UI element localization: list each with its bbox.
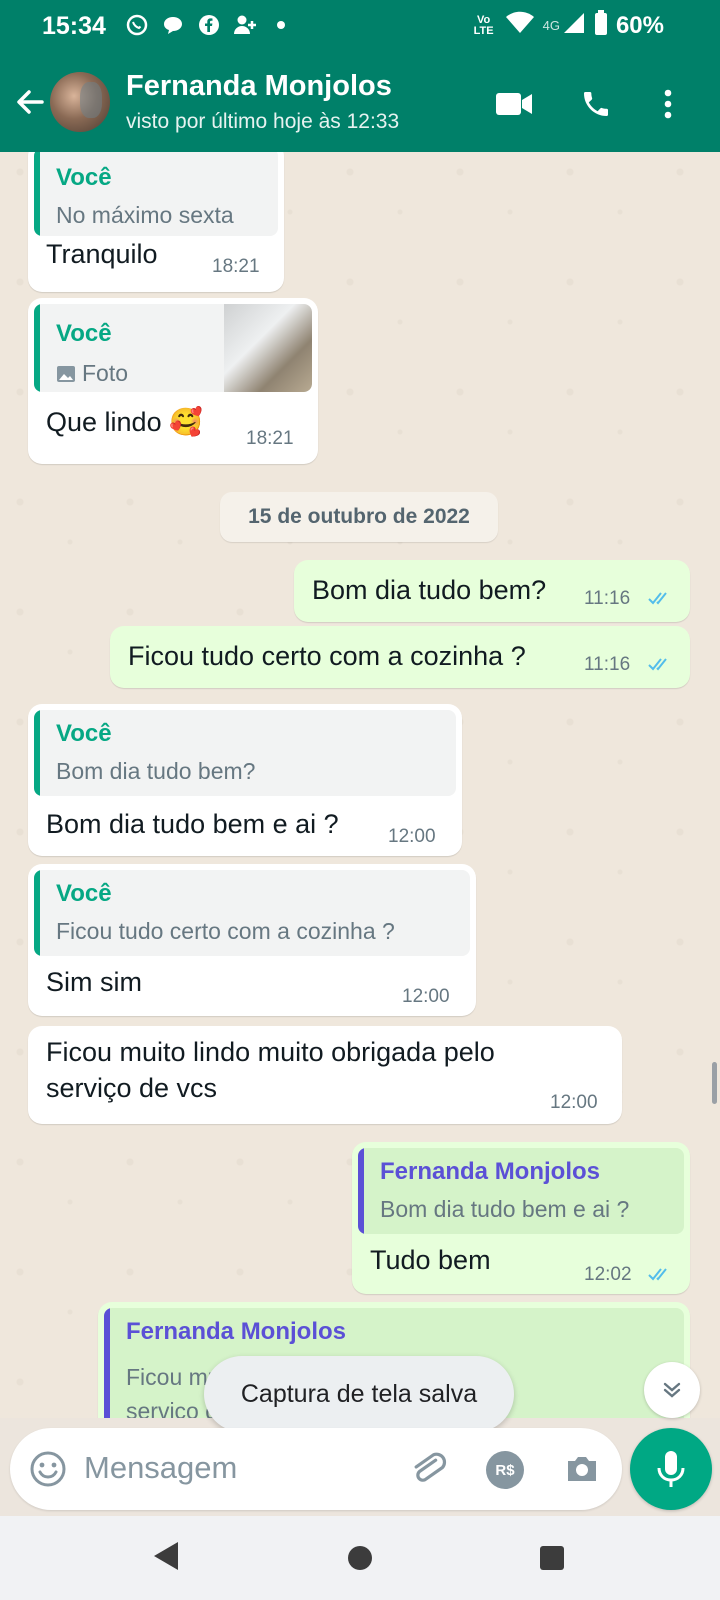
contact-avatar[interactable]: [50, 72, 110, 132]
chat-header: Fernanda Monjolos visto por último hoje …: [0, 54, 720, 152]
nav-recent-apps-icon[interactable]: [540, 1546, 564, 1570]
message-text-line-2: serviço de vcs: [46, 1073, 218, 1103]
message-time: 11:16: [584, 588, 631, 609]
quoted-message[interactable]: Você Ficou tudo certo com a cozinha ?: [34, 870, 470, 956]
message-time: 12:00: [402, 986, 450, 1007]
message-time: 12:00: [388, 826, 436, 847]
quote-author: Fernanda Monjolos: [380, 1158, 601, 1185]
back-arrow-icon[interactable]: [12, 84, 48, 120]
microphone-icon: [657, 1451, 685, 1487]
quote-author: Você: [56, 880, 112, 907]
message-time: 12:02: [584, 1264, 632, 1285]
scroll-to-bottom-button[interactable]: [644, 1362, 700, 1418]
message-text: Sim sim: [46, 967, 142, 997]
emoji-icon[interactable]: [28, 1449, 68, 1489]
message-time: 12:00: [550, 1092, 598, 1113]
status-bar: 15:34 Vo LTE 4G 60%: [0, 0, 720, 54]
message-composer[interactable]: Mensagem R$: [10, 1428, 622, 1510]
quote-author: Você: [56, 320, 112, 347]
photo-icon: [57, 365, 75, 382]
quote-author: Você: [56, 720, 112, 747]
incoming-message[interactable]: Você Bom dia tudo bem? Bom dia tudo bem …: [28, 704, 462, 856]
contact-name[interactable]: Fernanda Monjolos: [126, 70, 392, 103]
date-separator: 15 de outubro de 2022: [220, 492, 498, 542]
notification-icons: [124, 12, 294, 38]
facebook-icon: [196, 12, 222, 38]
more-options-icon[interactable]: [648, 84, 688, 124]
quote-text: No máximo sexta: [56, 202, 234, 228]
status-time: 15:34: [42, 12, 106, 40]
whatsapp-icon: [124, 12, 150, 38]
read-ticks-icon: [648, 592, 667, 605]
video-call-icon[interactable]: [494, 84, 534, 124]
nav-back-icon[interactable]: [152, 1540, 180, 1572]
message-time: 18:21: [246, 428, 294, 449]
incoming-message[interactable]: Você Foto Que lindo 🥰 18:21: [28, 298, 318, 464]
outgoing-message[interactable]: Bom dia tudo bem? 11:16: [294, 560, 690, 622]
voice-call-icon[interactable]: [576, 84, 616, 124]
message-time: 11:16: [584, 654, 631, 675]
battery-icon: [594, 10, 608, 41]
volte-icon: Vo LTE: [473, 13, 494, 37]
scrollbar-thumb[interactable]: [712, 1062, 717, 1104]
outgoing-message[interactable]: Fernanda Monjolos Bom dia tudo bem e ai …: [352, 1142, 690, 1294]
message-input-placeholder[interactable]: Mensagem: [84, 1450, 237, 1486]
quote-photo-label: Foto: [82, 360, 129, 386]
camera-icon[interactable]: [562, 1449, 602, 1489]
read-ticks-icon: [648, 1268, 667, 1281]
message-text: Tranquilo: [46, 239, 158, 269]
message-text: Que lindo 🥰: [46, 407, 203, 437]
add-person-icon: [232, 12, 258, 38]
system-icons: Vo LTE 4G 60%: [471, 10, 664, 41]
message-text: Tudo bem: [370, 1245, 491, 1275]
read-ticks-icon: [648, 658, 667, 671]
attach-icon[interactable]: [408, 1449, 448, 1489]
system-navigation-bar: [0, 1516, 720, 1600]
double-chevron-down-icon: [663, 1382, 681, 1398]
outgoing-message[interactable]: Ficou tudo certo com a cozinha ? 11:16: [110, 626, 690, 688]
more-notifications-dot: [268, 12, 294, 38]
message-text: Bom dia tudo bem?: [312, 575, 547, 605]
screenshot-saved-toast: Captura de tela salva: [204, 1356, 514, 1432]
quoted-message[interactable]: Você Bom dia tudo bem?: [34, 710, 456, 796]
incoming-message[interactable]: Ficou muito lindo muito obrigada pelo se…: [28, 1026, 622, 1124]
incoming-message[interactable]: Você No máximo sexta Tranquilo 18:21: [28, 152, 284, 292]
quoted-message[interactable]: Fernanda Monjolos Bom dia tudo bem e ai …: [358, 1148, 684, 1234]
quote-text: Bom dia tudo bem?: [56, 758, 256, 784]
quote-text: Bom dia tudo bem e ai ?: [380, 1196, 630, 1222]
quoted-message[interactable]: Você No máximo sexta: [34, 152, 278, 236]
incoming-message[interactable]: Você Ficou tudo certo com a cozinha ? Si…: [28, 864, 476, 1016]
network-label: 4G: [542, 18, 560, 33]
chat-area[interactable]: Você No máximo sexta Tranquilo 18:21 Voc…: [0, 152, 720, 1418]
last-seen-status: visto por último hoje às 12:33: [126, 110, 400, 133]
chat-icon: [160, 12, 186, 38]
quote-text: Ficou tudo certo com a cozinha ?: [56, 918, 395, 944]
quote-text-photo: Foto: [56, 360, 128, 387]
wifi-icon: [505, 11, 535, 40]
payment-icon[interactable]: R$: [486, 1451, 524, 1489]
quoted-photo-message[interactable]: Você Foto: [34, 304, 312, 392]
message-text: Bom dia tudo bem e ai ?: [46, 809, 339, 839]
signal-icon: [562, 11, 586, 40]
photo-thumbnail[interactable]: [224, 304, 312, 392]
message-time: 18:21: [212, 256, 260, 277]
battery-percent: 60%: [615, 11, 664, 39]
voice-message-button[interactable]: [630, 1428, 712, 1510]
message-text: Ficou tudo certo com a cozinha ?: [128, 641, 526, 671]
quote-author: Você: [56, 164, 112, 191]
nav-home-icon[interactable]: [348, 1546, 372, 1570]
quote-author: Fernanda Monjolos: [126, 1318, 347, 1345]
message-text-line-1: Ficou muito lindo muito obrigada pelo: [46, 1037, 495, 1067]
